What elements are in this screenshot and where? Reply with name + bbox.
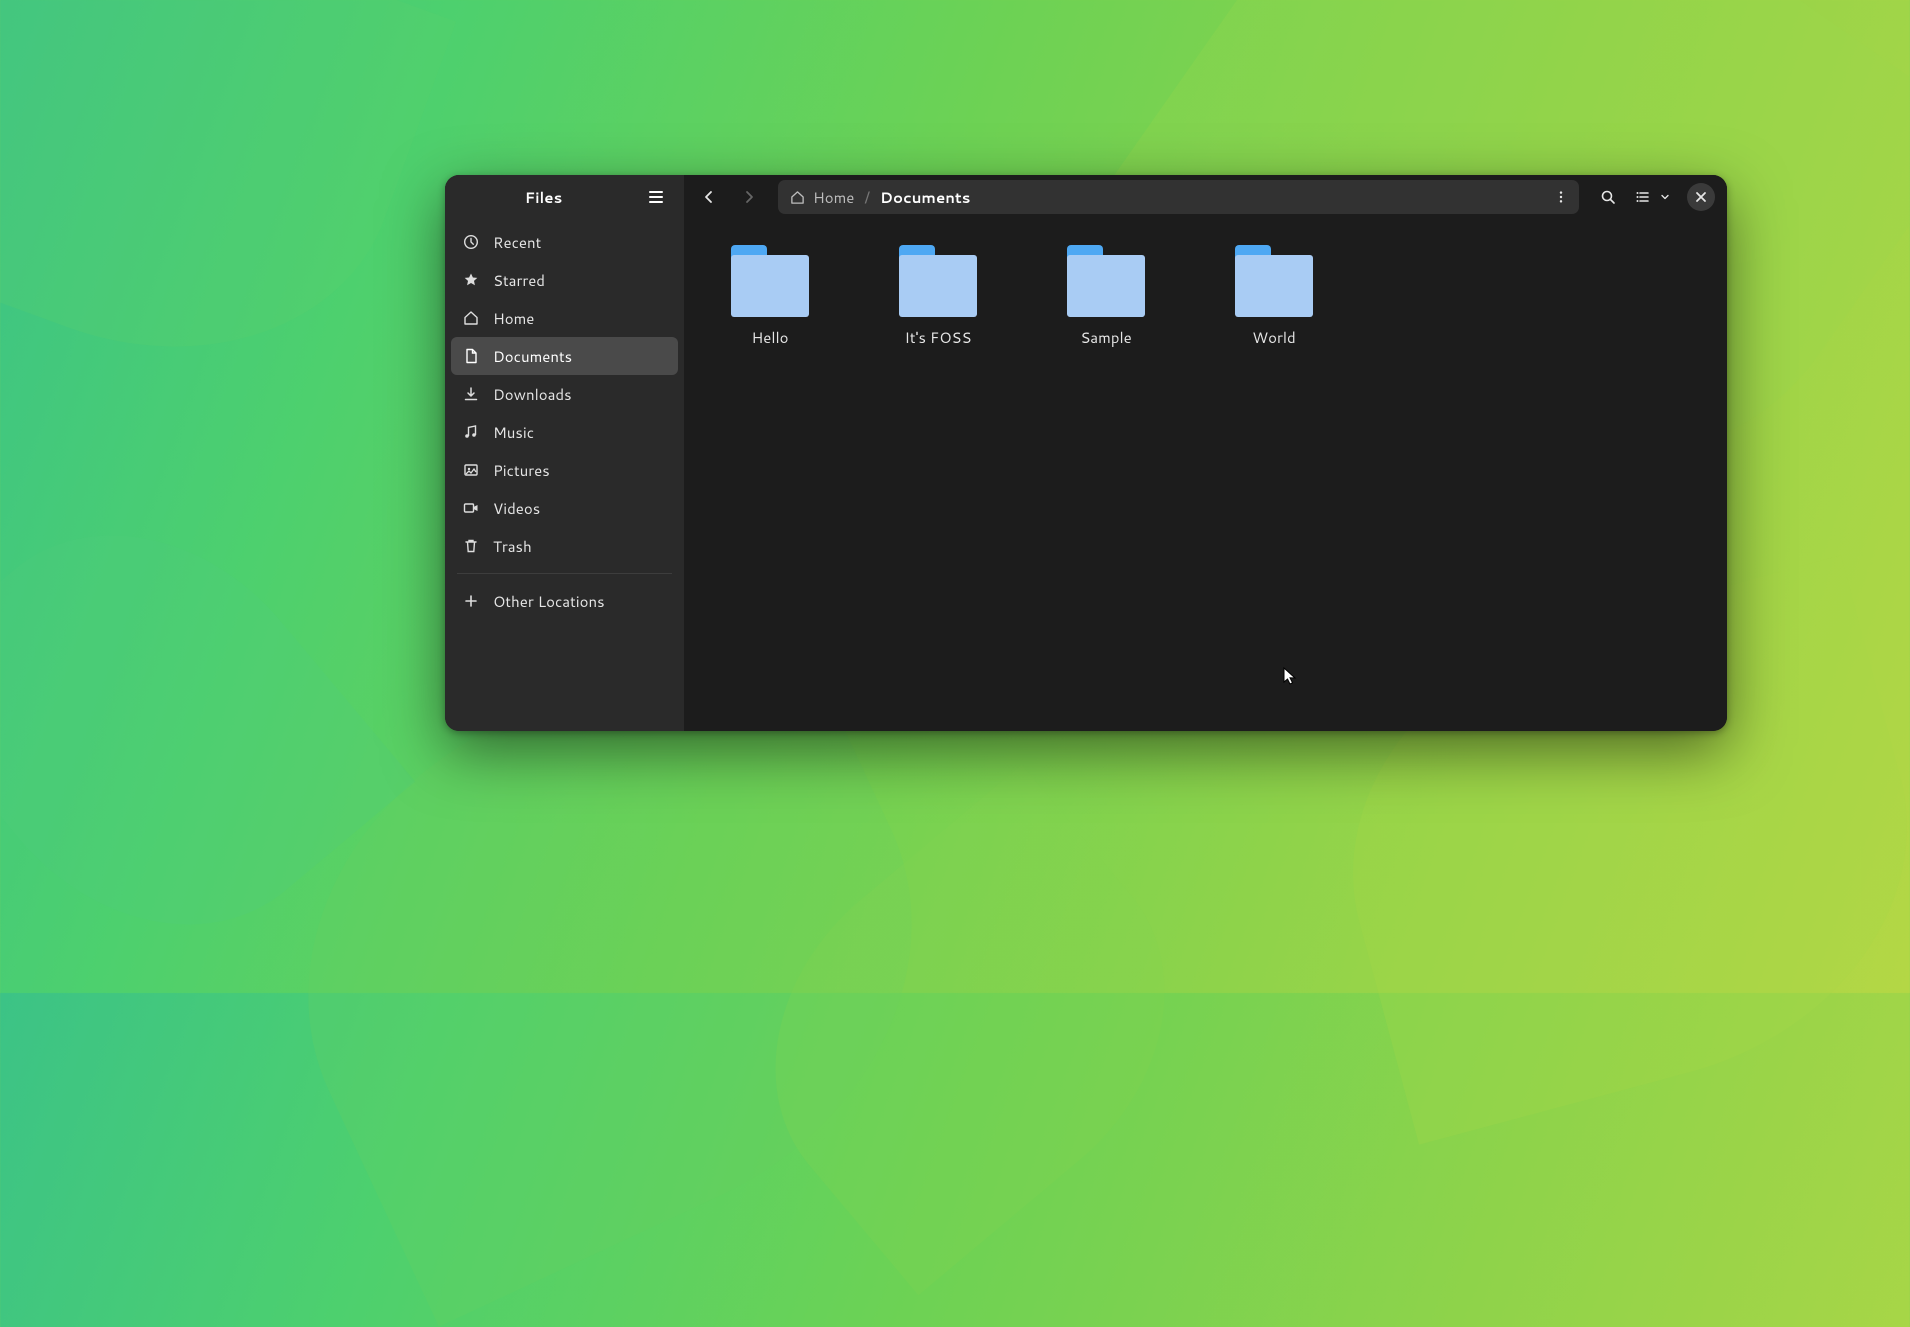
sidebar-item-label: Other Locations [493, 591, 605, 612]
kebab-icon [1554, 190, 1568, 204]
folder-icon [1067, 239, 1145, 317]
toolbar: Home / Documents [684, 175, 1727, 219]
breadcrumb-label: Home [813, 187, 854, 208]
music-icon [463, 424, 479, 440]
breadcrumb-label: Documents [880, 187, 970, 208]
sidebar-item-downloads[interactable]: Downloads [451, 375, 678, 413]
folder-item[interactable]: Sample [1050, 239, 1162, 711]
file-manager-window: Files Recent Starred Home Documents [445, 175, 1727, 731]
folder-item[interactable]: World [1218, 239, 1330, 711]
breadcrumb-documents[interactable]: Documents [880, 187, 970, 208]
chevron-right-icon [741, 189, 757, 205]
videos-icon [463, 500, 479, 516]
sidebar-header: Files [445, 175, 684, 219]
sidebar-item-recent[interactable]: Recent [451, 223, 678, 261]
sidebar-divider [457, 573, 672, 574]
sidebar-item-label: Music [493, 422, 534, 443]
chevron-left-icon [701, 189, 717, 205]
path-bar[interactable]: Home / Documents [778, 180, 1579, 214]
breadcrumb-home[interactable]: Home [790, 187, 854, 208]
folder-label: Sample [1080, 327, 1131, 348]
plus-icon [463, 593, 479, 609]
sidebar-item-label: Downloads [493, 384, 572, 405]
sidebar-item-label: Trash [493, 536, 532, 557]
star-icon [463, 272, 479, 288]
search-button[interactable] [1591, 180, 1625, 214]
folder-icon [731, 239, 809, 317]
folder-item[interactable]: It's FOSS [882, 239, 994, 711]
sidebar: Files Recent Starred Home Documents [445, 175, 684, 731]
sidebar-item-music[interactable]: Music [451, 413, 678, 451]
path-options-button[interactable] [1547, 183, 1575, 211]
document-icon [463, 348, 479, 364]
window-close-button[interactable] [1687, 183, 1715, 211]
home-icon [790, 190, 805, 205]
sidebar-item-pictures[interactable]: Pictures [451, 451, 678, 489]
sidebar-item-label: Pictures [493, 460, 550, 481]
hamburger-icon [648, 189, 664, 205]
sidebar-item-starred[interactable]: Starred [451, 261, 678, 299]
sidebar-item-home[interactable]: Home [451, 299, 678, 337]
home-icon [463, 310, 479, 326]
sidebar-list-lower: Other Locations [445, 578, 684, 624]
clock-icon [463, 234, 479, 250]
breadcrumb-separator: / [864, 186, 870, 209]
chevron-down-icon [1655, 182, 1675, 212]
app-title: Files [445, 187, 642, 208]
hamburger-menu-button[interactable] [642, 183, 670, 211]
search-icon [1600, 189, 1616, 205]
sidebar-item-label: Recent [493, 232, 541, 253]
sidebar-list: Recent Starred Home Documents Downloads … [445, 219, 684, 569]
list-view-icon [1631, 182, 1655, 212]
download-icon [463, 386, 479, 402]
main-panel: Home / Documents [684, 175, 1727, 731]
file-grid[interactable]: Hello It's FOSS Sample World [684, 219, 1727, 731]
close-icon [1695, 191, 1707, 203]
sidebar-item-label: Home [493, 308, 534, 329]
sidebar-item-documents[interactable]: Documents [451, 337, 678, 375]
folder-label: Hello [752, 327, 789, 348]
folder-label: World [1252, 327, 1295, 348]
nav-back-button[interactable] [692, 180, 726, 214]
sidebar-item-videos[interactable]: Videos [451, 489, 678, 527]
folder-icon [899, 239, 977, 317]
nav-forward-button[interactable] [732, 180, 766, 214]
sidebar-item-other-locations[interactable]: Other Locations [451, 582, 678, 620]
folder-item[interactable]: Hello [714, 239, 826, 711]
pictures-icon [463, 462, 479, 478]
sidebar-item-label: Starred [493, 270, 545, 291]
trash-icon [463, 538, 479, 554]
sidebar-item-trash[interactable]: Trash [451, 527, 678, 565]
folder-label: It's FOSS [905, 327, 972, 348]
view-mode-selector[interactable] [1631, 182, 1675, 212]
folder-icon [1235, 239, 1313, 317]
sidebar-item-label: Documents [493, 346, 572, 367]
sidebar-item-label: Videos [493, 498, 540, 519]
